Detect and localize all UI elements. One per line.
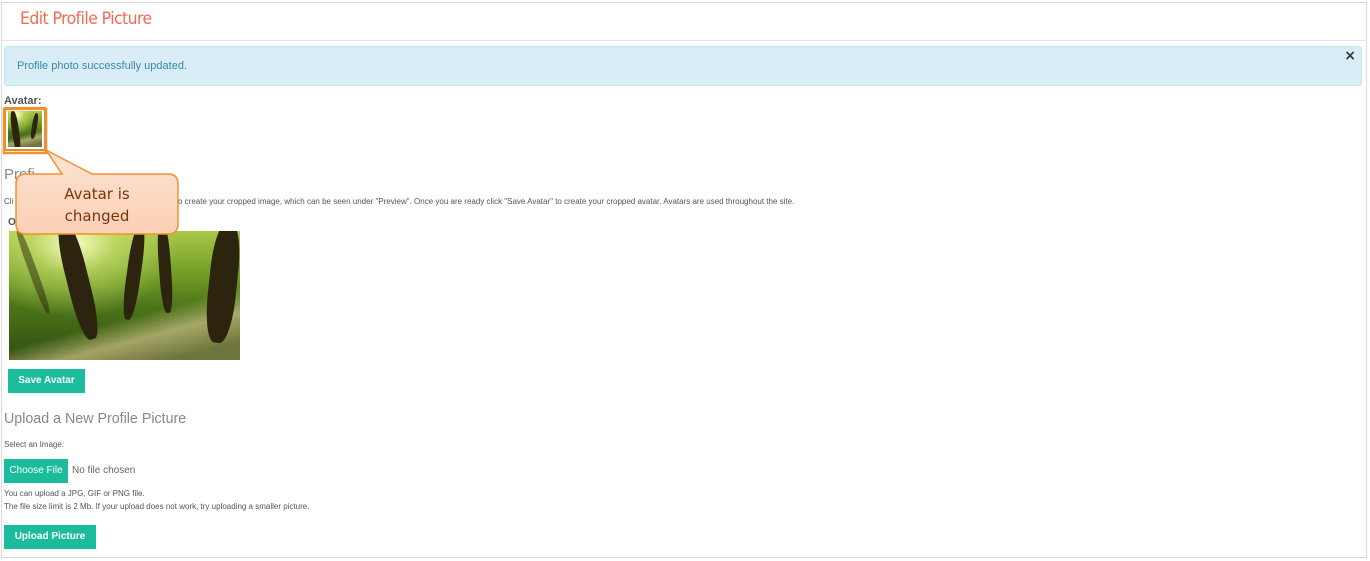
close-icon[interactable]: × (1344, 48, 1356, 64)
original-image-label: O (8, 217, 16, 228)
choose-file-button[interactable]: Choose File (4, 459, 68, 483)
alert-message: Profile photo successfully updated. (17, 60, 187, 72)
crop-instruction-prefix: Cli (4, 197, 14, 206)
forest-picture (9, 231, 240, 360)
page-title: Edit Profile Picture (20, 9, 152, 29)
avatar-image (4, 107, 46, 151)
avatar-label: Avatar: (4, 95, 42, 107)
callout-text: Avatar is changed (64, 185, 130, 225)
file-size-help: The file size limit is 2 Mb. If your upl… (4, 502, 310, 511)
original-crop-image[interactable] (9, 231, 240, 360)
success-alert: Profile photo successfully updated. × (4, 46, 1362, 86)
file-type-help: You can upload a JPG, GIF or PNG file. (4, 489, 145, 498)
panel-header: Edit Profile Picture (2, 3, 1366, 41)
upload-section-title: Upload a New Profile Picture (4, 410, 187, 427)
upload-picture-button[interactable]: Upload Picture (4, 525, 96, 549)
save-avatar-button[interactable]: Save Avatar (8, 369, 85, 393)
crop-instruction-text: o create your cropped image, which can b… (178, 197, 795, 206)
file-status-text: No file chosen (72, 465, 136, 476)
avatar-forest-picture (8, 111, 42, 147)
select-image-label: Select an Image: (4, 440, 65, 449)
